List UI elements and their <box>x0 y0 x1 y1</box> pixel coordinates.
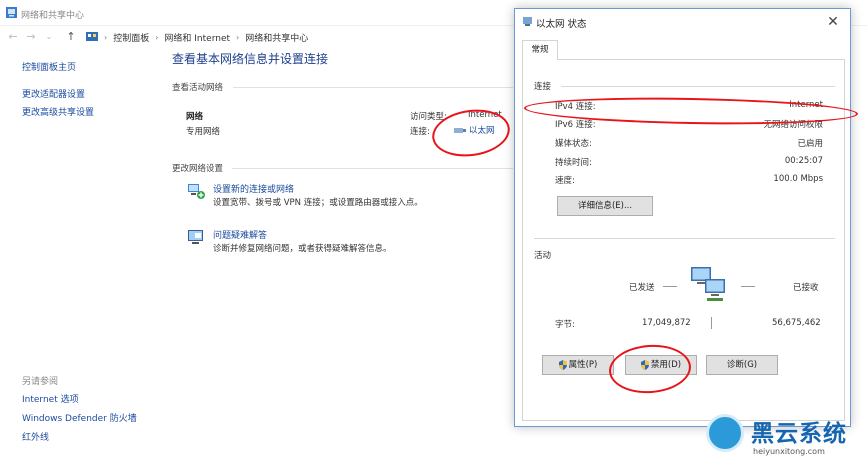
dialog-title: 以太网 状态 <box>536 19 587 30</box>
activity-divider <box>711 317 712 329</box>
active-networks-header: 查看活动网络 <box>172 83 224 93</box>
disable-button[interactable]: 禁用(D) <box>625 355 697 375</box>
task-troubleshoot: 问题疑难解答 诊断并修复网络问题，或者获得疑难解答信息。 <box>186 228 516 258</box>
nav-link-adapter-settings[interactable]: 更改适配器设置 <box>22 89 162 101</box>
speed-label: 速度: <box>555 176 575 186</box>
sent-dash <box>663 286 677 287</box>
breadcrumb-separator-icon: › <box>104 32 108 42</box>
group-divider <box>534 238 835 239</box>
duration-value: 00:25:07 <box>784 156 823 166</box>
see-also-header: 另请参阅 <box>22 377 59 387</box>
change-settings-header: 更改网络设置 <box>172 164 224 174</box>
cp-left-nav: 控制面板主页 更改适配器设置 更改高级共享设置 <box>22 62 162 119</box>
uac-shield-icon <box>558 359 567 370</box>
task-troubleshoot-desc: 诊断并修复网络问题，或者获得疑难解答信息。 <box>213 244 392 254</box>
ipv4-label: IPv4 连接: <box>555 102 596 112</box>
forward-arrow-icon[interactable]: → <box>24 30 38 44</box>
task-new-connection-desc: 设置宽带、拨号或 VPN 连接；或设置路由器或接入点。 <box>213 198 423 208</box>
tab-general[interactable]: 常规 <box>522 40 558 60</box>
row-speed: 速度: 100.0 Mbps <box>555 174 823 186</box>
speed-value: 100.0 Mbps <box>773 174 823 184</box>
breadcrumb: › 控制面板 › 网络和 Internet › 网络和共享中心 <box>86 30 308 44</box>
breadcrumb-separator-icon: › <box>155 32 159 42</box>
bytes-label: 字节: <box>555 320 575 330</box>
page-title: 查看基本网络信息并设置连接 <box>172 52 329 66</box>
row-ipv4: IPv4 连接: Internet <box>555 100 823 112</box>
duration-label: 持续时间: <box>555 158 592 168</box>
close-icon[interactable]: ✕ <box>824 13 842 31</box>
see-also-section: 另请参阅 Internet 选项 Windows Defender 防火墙 红外… <box>22 374 137 451</box>
network-type: 专用网络 <box>186 127 221 137</box>
general-tab-panel: 连接 IPv4 连接: Internet IPv6 连接: 无网络访问权限 媒体… <box>522 59 845 421</box>
nav-link-cp-home[interactable]: 控制面板主页 <box>22 62 162 74</box>
bytes-sent-value: 17,049,872 <box>642 318 691 328</box>
connection-group-header: 连接 <box>534 82 552 92</box>
new-connection-icon <box>188 184 205 199</box>
access-type-value: Internet <box>468 110 502 120</box>
row-ipv6: IPv6 连接: 无网络访问权限 <box>555 118 823 130</box>
access-type-label: 访问类型: <box>410 112 447 122</box>
connections-label: 连接: <box>410 127 430 137</box>
ethernet-connection-link[interactable]: 以太网 <box>454 124 495 136</box>
see-also-defender-firewall[interactable]: Windows Defender 防火墙 <box>22 413 137 425</box>
network-computers-icon <box>691 267 725 301</box>
up-arrow-icon[interactable]: ↑ <box>64 30 78 44</box>
ethernet-icon <box>454 128 466 133</box>
media-state-value: 已启用 <box>797 139 823 149</box>
group-divider <box>561 86 835 87</box>
cp-main-content: 查看基本网络信息并设置连接 <box>172 50 512 67</box>
network-center-icon <box>6 7 17 18</box>
ethernet-icon <box>523 17 532 26</box>
divider <box>233 87 513 88</box>
ethernet-link-label: 以太网 <box>469 126 495 136</box>
breadcrumb-item-network-center[interactable]: 网络和共享中心 <box>245 31 308 44</box>
task-troubleshoot-link[interactable]: 问题疑难解答 <box>213 228 267 241</box>
received-dash <box>741 286 755 287</box>
dialog-titlebar: 以太网 状态 ✕ <box>515 9 850 35</box>
disable-button-label: 禁用(D) <box>650 360 682 370</box>
troubleshoot-icon <box>188 230 203 244</box>
ipv6-label: IPv6 连接: <box>555 120 596 130</box>
watermark-brand: 黑云系统 <box>751 421 847 447</box>
see-also-internet-options[interactable]: Internet 选项 <box>22 394 137 406</box>
row-duration: 持续时间: 00:25:07 <box>555 156 823 168</box>
chevron-down-icon[interactable]: ⌄ <box>42 30 56 44</box>
task-new-connection: 设置新的连接或网络 设置宽带、拨号或 VPN 连接；或设置路由器或接入点。 <box>186 182 516 212</box>
diagnose-button[interactable]: 诊断(G) <box>706 355 778 375</box>
uac-shield-icon <box>640 359 649 370</box>
divider <box>232 168 513 169</box>
task-new-connection-link[interactable]: 设置新的连接或网络 <box>213 182 294 195</box>
breadcrumb-separator-icon: › <box>236 32 240 42</box>
cp-window-title: 网络和共享中心 <box>21 11 85 21</box>
received-label: 已接收 <box>793 283 819 293</box>
breadcrumb-item-network-internet[interactable]: 网络和 Internet <box>164 31 230 44</box>
back-arrow-icon[interactable]: ← <box>6 30 20 44</box>
media-state-label: 媒体状态: <box>555 139 592 149</box>
see-also-infrared[interactable]: 红外线 <box>22 432 137 444</box>
watermark-site: heiyunxitong.com <box>753 447 825 456</box>
sent-label: 已发送 <box>629 283 655 293</box>
row-media-state: 媒体状态: 已启用 <box>555 137 823 149</box>
properties-button-label: 属性(P) <box>568 360 598 370</box>
ipv4-value: Internet <box>789 100 823 110</box>
ethernet-status-dialog: 以太网 状态 ✕ 常规 连接 IPv4 连接: Internet IPv6 连接… <box>514 8 851 427</box>
ipv6-value: 无网络访问权限 <box>763 120 823 130</box>
brand-logo-icon <box>706 414 744 452</box>
activity-group-header: 活动 <box>534 251 552 261</box>
control-panel-icon <box>86 32 98 41</box>
properties-button[interactable]: 属性(P) <box>542 355 614 375</box>
bytes-received-value: 56,675,462 <box>772 318 821 328</box>
watermark: 黑云系统 heiyunxitong.com <box>706 410 867 460</box>
network-name: 网络 <box>186 112 204 122</box>
details-button[interactable]: 详细信息(E)... <box>557 196 653 216</box>
breadcrumb-item-control-panel[interactable]: 控制面板 <box>113 31 149 44</box>
nav-link-advanced-sharing[interactable]: 更改高级共享设置 <box>22 107 162 119</box>
